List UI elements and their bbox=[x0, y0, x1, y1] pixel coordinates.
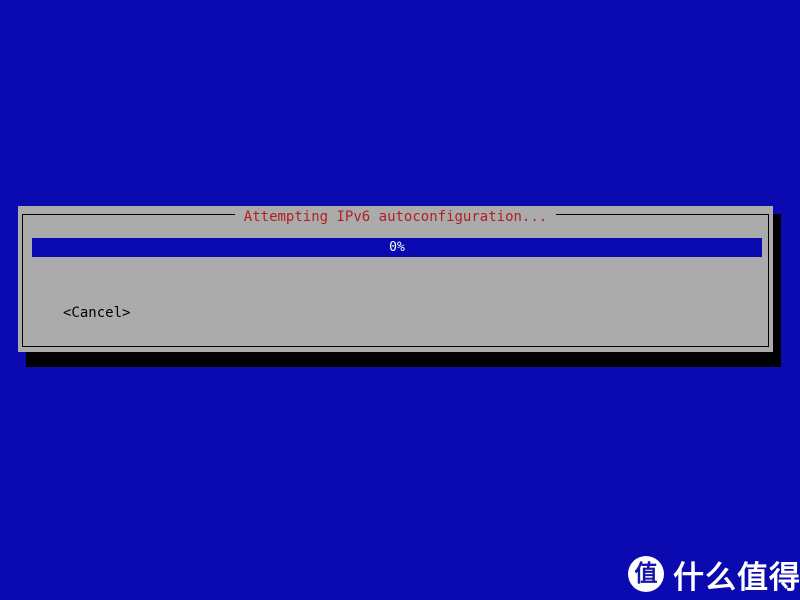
installer-screen: Attempting IPv6 autoconfiguration... 0% … bbox=[0, 0, 800, 600]
progress-percent-label: 0% bbox=[389, 240, 405, 255]
cancel-button[interactable]: <Cancel> bbox=[63, 304, 130, 323]
watermark-text: 什么值得买 bbox=[673, 559, 800, 596]
progress-bar: 0% bbox=[32, 238, 762, 257]
watermark: 值 什么值得买 bbox=[628, 550, 800, 598]
watermark-logo-icon: 值 bbox=[628, 556, 664, 592]
progress-dialog: Attempting IPv6 autoconfiguration... bbox=[18, 206, 773, 352]
dialog-border-frame bbox=[22, 214, 769, 347]
